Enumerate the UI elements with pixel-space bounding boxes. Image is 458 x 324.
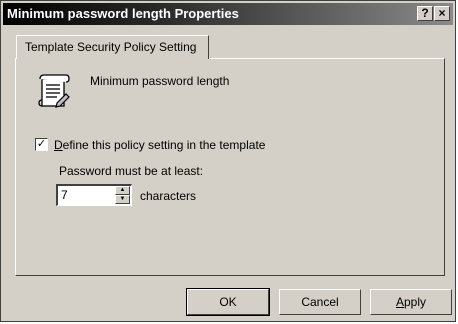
close-button[interactable]: × xyxy=(434,6,450,21)
properties-dialog: Minimum password length Properties ? × T… xyxy=(0,0,456,322)
tab-template-security-policy-setting[interactable]: Template Security Policy Setting xyxy=(16,35,209,59)
password-length-label: Password must be at least: xyxy=(59,164,204,178)
title-bar: Minimum password length Properties ? × xyxy=(3,3,453,25)
cancel-button[interactable]: Cancel xyxy=(279,289,361,315)
help-button[interactable]: ? xyxy=(417,6,433,21)
ok-button[interactable]: OK xyxy=(186,288,270,316)
apply-button[interactable]: Apply xyxy=(370,289,452,315)
define-policy-checkbox[interactable]: ✓ xyxy=(35,138,48,151)
policy-scroll-icon xyxy=(38,74,70,108)
define-policy-label[interactable]: Define this policy setting in the templa… xyxy=(54,138,265,152)
spin-down-button[interactable]: ▼ xyxy=(115,195,130,204)
password-length-spinner: ▲ ▼ xyxy=(115,186,130,204)
policy-name: Minimum password length xyxy=(90,74,230,88)
units-label: characters xyxy=(140,189,197,203)
spin-up-button[interactable]: ▲ xyxy=(115,186,130,195)
window-title: Minimum password length Properties xyxy=(7,6,239,21)
